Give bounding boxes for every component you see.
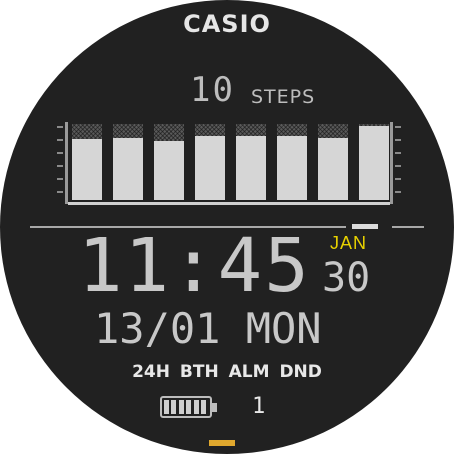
indicator-24h: 24H (132, 362, 170, 382)
activity-bar-fill (318, 138, 348, 200)
step-count[interactable]: 10 (190, 70, 235, 110)
graph-baseline (68, 202, 390, 205)
graph-tick (395, 191, 401, 193)
brand-logo: CASIO (183, 10, 271, 38)
activity-graph (57, 120, 401, 208)
graph-tick (395, 126, 401, 128)
battery-cell (186, 400, 192, 414)
graph-tick (395, 165, 401, 167)
graph-tick (57, 191, 63, 193)
activity-bar (359, 124, 389, 200)
activity-bar-fill (277, 136, 307, 200)
activity-bar-fill (236, 136, 266, 200)
graph-left-bracket (65, 122, 68, 204)
activity-bar (72, 124, 102, 200)
graph-tick (57, 178, 63, 180)
activity-bar-fill (72, 139, 102, 200)
activity-bar-fill (195, 136, 225, 200)
graph-tick (395, 152, 401, 154)
indicator-dnd: DND (279, 362, 322, 382)
activity-bar (236, 124, 266, 200)
battery-cell (201, 400, 206, 414)
battery-cell (171, 400, 177, 414)
graph-tick (57, 126, 63, 128)
activity-bar (113, 124, 143, 200)
graph-tick (57, 165, 63, 167)
activity-bar (195, 124, 225, 200)
date-display[interactable]: 13/01 MON (94, 304, 322, 353)
seconds-display: 30 (322, 255, 371, 301)
activity-bar (277, 124, 307, 200)
graph-tick (57, 152, 63, 154)
graph-right-bracket (390, 122, 393, 204)
battery-icon[interactable] (160, 396, 220, 422)
indicator-row: 24H BTH ALM DND (0, 362, 454, 382)
graph-tick (57, 139, 63, 141)
divider-marker (352, 224, 378, 229)
watch-face: CASIO 10 STEPS 11:45 JAN 30 13/01 MON 24… (0, 0, 454, 454)
notification-count[interactable]: 1 (252, 394, 265, 419)
battery-level (164, 400, 208, 414)
activity-bar-fill (154, 141, 184, 200)
battery-cell (164, 400, 169, 414)
activity-bar-fill (113, 138, 143, 200)
activity-bar (318, 124, 348, 200)
activity-bar-fill (359, 126, 389, 200)
page-indicator (209, 440, 235, 446)
graph-tick (395, 139, 401, 141)
month-label: JAN (330, 233, 368, 253)
battery-cell (178, 400, 184, 414)
time-display[interactable]: 11:45 (78, 226, 311, 306)
indicator-bth: BTH (179, 362, 219, 382)
battery-cell (193, 400, 199, 414)
indicator-alm: ALM (228, 362, 270, 382)
steps-label: STEPS (251, 86, 316, 108)
divider-line-end (392, 226, 424, 228)
graph-tick (395, 178, 401, 180)
activity-bar (154, 124, 184, 200)
